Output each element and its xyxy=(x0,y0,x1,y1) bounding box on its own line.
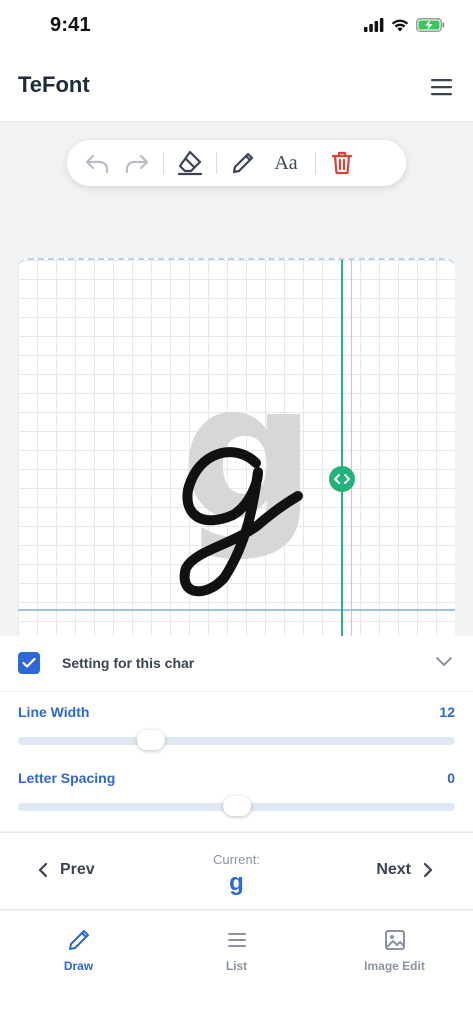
letter-spacing-slider[interactable] xyxy=(18,796,455,816)
next-button[interactable]: Next xyxy=(376,861,433,879)
char-navigation: Prev Current: g Next xyxy=(0,832,473,910)
image-icon xyxy=(384,930,405,950)
status-time: 9:41 xyxy=(50,14,91,36)
toolbar-divider xyxy=(315,152,316,174)
checkmark-icon xyxy=(22,657,36,668)
chevron-down-icon xyxy=(436,657,452,666)
line-width-label: Line Width xyxy=(18,704,90,720)
char-setting-label: Setting for this char xyxy=(62,655,195,671)
pen-button[interactable] xyxy=(223,143,263,183)
font-button[interactable]: Aa xyxy=(263,152,309,175)
status-bar: 9:41 xyxy=(0,0,473,56)
tab-image-edit[interactable]: Image Edit xyxy=(316,927,473,973)
letter-spacing-label: Letter Spacing xyxy=(18,770,116,786)
horizontal-resize-icon xyxy=(334,474,350,484)
battery-charging-icon xyxy=(416,18,445,32)
eraser-icon xyxy=(177,150,203,176)
char-setting-row[interactable]: Setting for this char xyxy=(0,636,473,692)
line-width-slider-thumb[interactable] xyxy=(137,730,165,750)
trash-icon xyxy=(331,151,353,175)
app-header: TeFont xyxy=(0,56,473,122)
hamburger-menu-icon xyxy=(431,79,452,96)
line-width-slider[interactable] xyxy=(18,730,455,750)
tab-draw[interactable]: Draw xyxy=(0,927,157,973)
advance-width-handle[interactable] xyxy=(329,466,355,492)
app-title: TeFont xyxy=(18,72,90,97)
settings-panel: Setting for this char Line Width 12 Lett… xyxy=(0,636,473,831)
letter-spacing-slider-thumb[interactable] xyxy=(223,796,251,816)
redo-button[interactable] xyxy=(117,143,157,183)
redo-icon xyxy=(125,154,149,174)
tab-image-edit-label: Image Edit xyxy=(364,959,425,973)
pencil-icon xyxy=(232,152,254,174)
toolbar-divider xyxy=(216,152,217,174)
toolbar-divider xyxy=(163,152,164,174)
chevron-right-icon xyxy=(423,862,433,878)
menu-button[interactable] xyxy=(429,76,455,98)
char-setting-checkbox[interactable] xyxy=(18,652,40,674)
signal-icon xyxy=(364,18,384,32)
letter-spacing-value: 0 xyxy=(447,770,455,786)
list-icon xyxy=(227,933,246,947)
eraser-button[interactable] xyxy=(170,143,210,183)
tab-bar: Draw List Image Edit xyxy=(0,911,473,1024)
tab-draw-label: Draw xyxy=(63,959,94,973)
collapse-toggle[interactable] xyxy=(435,654,453,672)
undo-button[interactable] xyxy=(77,143,117,183)
drawing-canvas[interactable]: g xyxy=(18,258,455,638)
handwritten-glyph xyxy=(179,447,303,597)
tab-list-label: List xyxy=(225,959,248,973)
wifi-icon xyxy=(391,19,409,32)
pencil-icon xyxy=(68,930,89,950)
delete-button[interactable] xyxy=(322,143,362,183)
next-label: Next xyxy=(376,861,411,878)
line-width-value: 12 xyxy=(439,704,455,720)
advance-width-guide xyxy=(341,260,343,638)
drawing-toolbar: Aa xyxy=(67,140,406,186)
tab-list[interactable]: List xyxy=(158,927,315,973)
status-icons xyxy=(364,18,445,32)
undo-icon xyxy=(85,154,109,174)
